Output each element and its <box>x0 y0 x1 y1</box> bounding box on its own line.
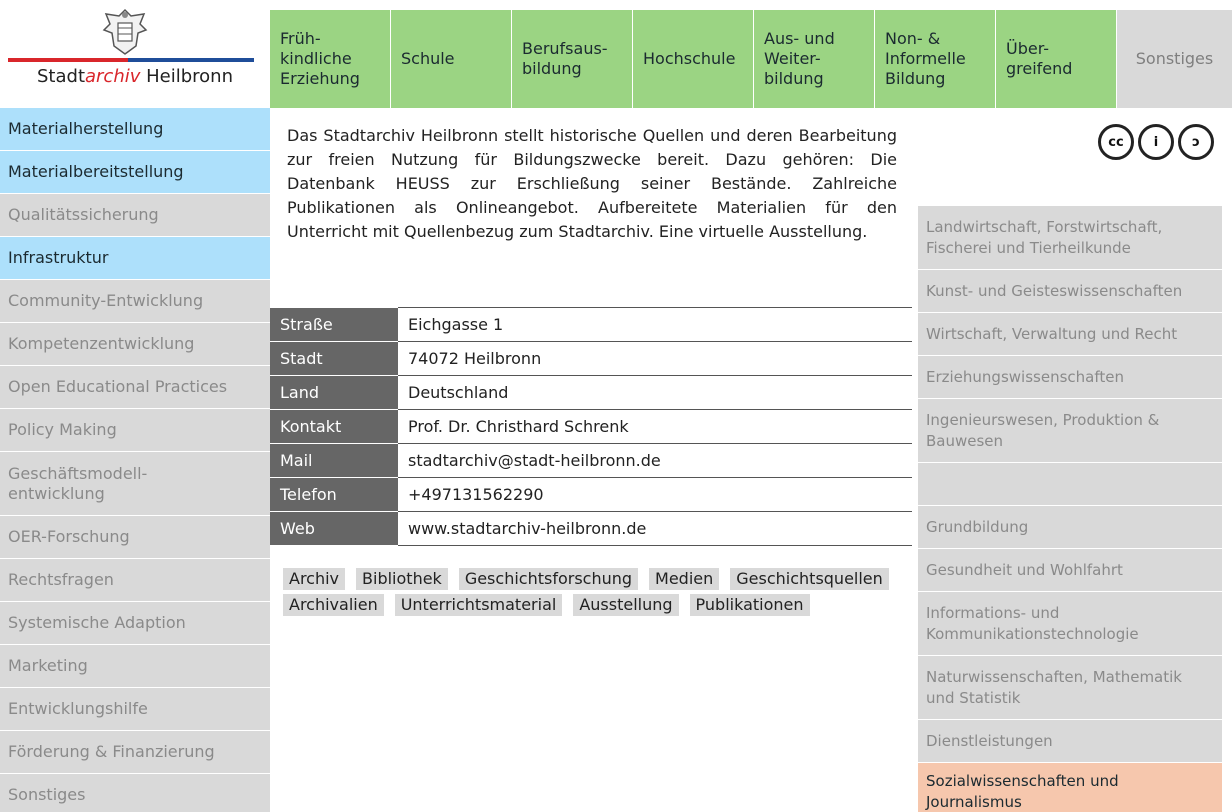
mail-link[interactable]: stadtarchiv@stadt-heilbronn.de <box>398 443 912 478</box>
table-row: Mail stadtarchiv@stadt-heilbronn.de <box>270 443 912 478</box>
tag-list: Archiv Bibliothek Geschichtsforschung Me… <box>283 568 903 616</box>
field-value: 74072 Heilbronn <box>398 341 912 376</box>
subject-naturwissenschaften[interactable]: Naturwissenschaften, Mathematik und Stat… <box>918 656 1222 720</box>
menu-item-marketing[interactable]: Marketing <box>0 645 270 688</box>
field-label: Stadt <box>270 341 398 376</box>
tag[interactable]: Publikationen <box>689 594 810 616</box>
field-label: Telefon <box>270 477 398 512</box>
nav-schule[interactable]: Schule <box>391 10 512 108</box>
subject-wirtschaft-verwaltung-recht[interactable]: Wirtschaft, Verwaltung und Recht <box>918 313 1222 356</box>
field-value: +497131562290 <box>398 477 912 512</box>
tag[interactable]: Geschichtsquellen <box>730 568 889 590</box>
subject-empty <box>918 463 1222 506</box>
logo-red-bar <box>8 58 128 62</box>
eagle-crest-icon <box>102 8 148 55</box>
subject-menu: Landwirtschaft, Forstwirtschaft, Fischer… <box>918 206 1232 812</box>
logo-wordmark: Stadtarchiv Heilbronn <box>37 66 233 87</box>
tag[interactable]: Archiv <box>283 568 346 590</box>
menu-item-policy-making[interactable]: Policy Making <box>0 409 270 452</box>
field-label: Web <box>270 511 398 546</box>
nav-fruehkindliche-erziehung[interactable]: Früh-kindliche Erziehung <box>270 10 391 108</box>
subject-sozialwissenschaften[interactable]: Sozialwissenschaften und Journalismus <box>918 763 1222 812</box>
tag[interactable]: Unterrichtsmaterial <box>394 594 563 616</box>
menu-item-entwicklungshilfe[interactable]: Entwicklungshilfe <box>0 688 270 731</box>
menu-item-geschaeftsmodellentwicklung[interactable]: Geschäftsmodell-entwicklung <box>0 452 270 516</box>
web-link[interactable]: www.stadtarchiv-heilbronn.de <box>398 511 912 546</box>
subject-dienstleistungen[interactable]: Dienstleistungen <box>918 720 1222 763</box>
nav-berufsausbildung[interactable]: Berufsaus-bildung <box>512 10 633 108</box>
tag[interactable]: Medien <box>649 568 720 590</box>
field-label: Mail <box>270 443 398 478</box>
menu-item-oer-forschung[interactable]: OER-Forschung <box>0 516 270 559</box>
field-value: Eichgasse 1 <box>398 307 912 342</box>
nav-weiterbildung[interactable]: Aus- und Weiter-bildung <box>754 10 875 108</box>
by-icon: i <box>1138 124 1174 160</box>
table-row: Kontakt Prof. Dr. Christhard Schrenk <box>270 409 912 444</box>
logo-blue-bar <box>128 58 254 62</box>
table-row: Stadt 74072 Heilbronn <box>270 341 912 376</box>
subject-landwirtschaft[interactable]: Landwirtschaft, Forstwirtschaft, Fischer… <box>918 206 1222 270</box>
nav-informelle-bildung[interactable]: Non- & Informelle Bildung <box>875 10 996 108</box>
logo[interactable]: Stadtarchiv Heilbronn <box>0 0 270 108</box>
menu-item-systemische-adaption[interactable]: Systemische Adaption <box>0 602 270 645</box>
table-row: Telefon +497131562290 <box>270 477 912 512</box>
field-label: Kontakt <box>270 409 398 444</box>
subject-grundbildung[interactable]: Grundbildung <box>918 506 1222 549</box>
subject-ingenieurswesen[interactable]: Ingenieurswesen, Produktion & Bauwesen <box>918 399 1222 463</box>
license-badges[interactable]: cc i ↄ <box>1098 124 1216 170</box>
subject-ikt[interactable]: Informations- und Kommunikationstechnolo… <box>918 592 1222 656</box>
field-label: Straße <box>270 307 398 342</box>
subject-erziehungswissenschaften[interactable]: Erziehungswissenschaften <box>918 356 1222 399</box>
contact-table: Straße Eichgasse 1 Stadt 74072 Heilbronn L… <box>270 307 912 546</box>
cc-icon: cc <box>1098 124 1134 160</box>
field-value: Deutschland <box>398 375 912 410</box>
nav-uebergreifend[interactable]: Über-greifend <box>996 10 1117 108</box>
menu-item-sonstiges[interactable]: Sonstiges <box>0 774 270 812</box>
sa-icon: ↄ <box>1178 124 1214 160</box>
menu-item-qualitaetssicherung[interactable]: Qualitätssicherung <box>0 194 270 237</box>
subject-gesundheit-wohlfahrt[interactable]: Gesundheit und Wohlfahrt <box>918 549 1222 592</box>
menu-item-community-entwicklung[interactable]: Community-Entwicklung <box>0 280 270 323</box>
menu-item-infrastruktur[interactable]: Infrastruktur <box>0 237 270 280</box>
tag[interactable]: Ausstellung <box>573 594 679 616</box>
table-row: Web www.stadtarchiv-heilbronn.de <box>270 511 912 546</box>
menu-item-materialherstellung[interactable]: Materialherstellung <box>0 108 270 151</box>
field-label: Land <box>270 375 398 410</box>
menu-item-materialbereitstellung[interactable]: Materialbereitstellung <box>0 151 270 194</box>
activity-menu: Materialherstellung Materialbereitstellu… <box>0 108 270 812</box>
table-row: Straße Eichgasse 1 <box>270 307 912 342</box>
tag[interactable]: Bibliothek <box>356 568 448 590</box>
field-value: Prof. Dr. Christhard Schrenk <box>398 409 912 444</box>
menu-item-rechtsfragen[interactable]: Rechtsfragen <box>0 559 270 602</box>
education-sector-nav: Früh-kindliche Erziehung Schule Berufsaus… <box>270 10 1232 108</box>
table-row: Land Deutschland <box>270 375 912 410</box>
subject-kunst-geisteswissenschaften[interactable]: Kunst- und Geisteswissenschaften <box>918 270 1222 313</box>
tag[interactable]: Archivalien <box>283 594 384 616</box>
menu-item-foerderung-finanzierung[interactable]: Förderung & Finanzierung <box>0 731 270 774</box>
tag[interactable]: Geschichtsforschung <box>458 568 639 590</box>
nav-hochschule[interactable]: Hochschule <box>633 10 754 108</box>
nav-sonstiges[interactable]: Sonstiges <box>1117 10 1232 108</box>
description-text: Das Stadtarchiv Heilbronn stellt histori… <box>287 126 897 241</box>
menu-item-kompetenzentwicklung[interactable]: Kompetenzentwicklung <box>0 323 270 366</box>
menu-item-open-educational-practices[interactable]: Open Educational Practices <box>0 366 270 409</box>
